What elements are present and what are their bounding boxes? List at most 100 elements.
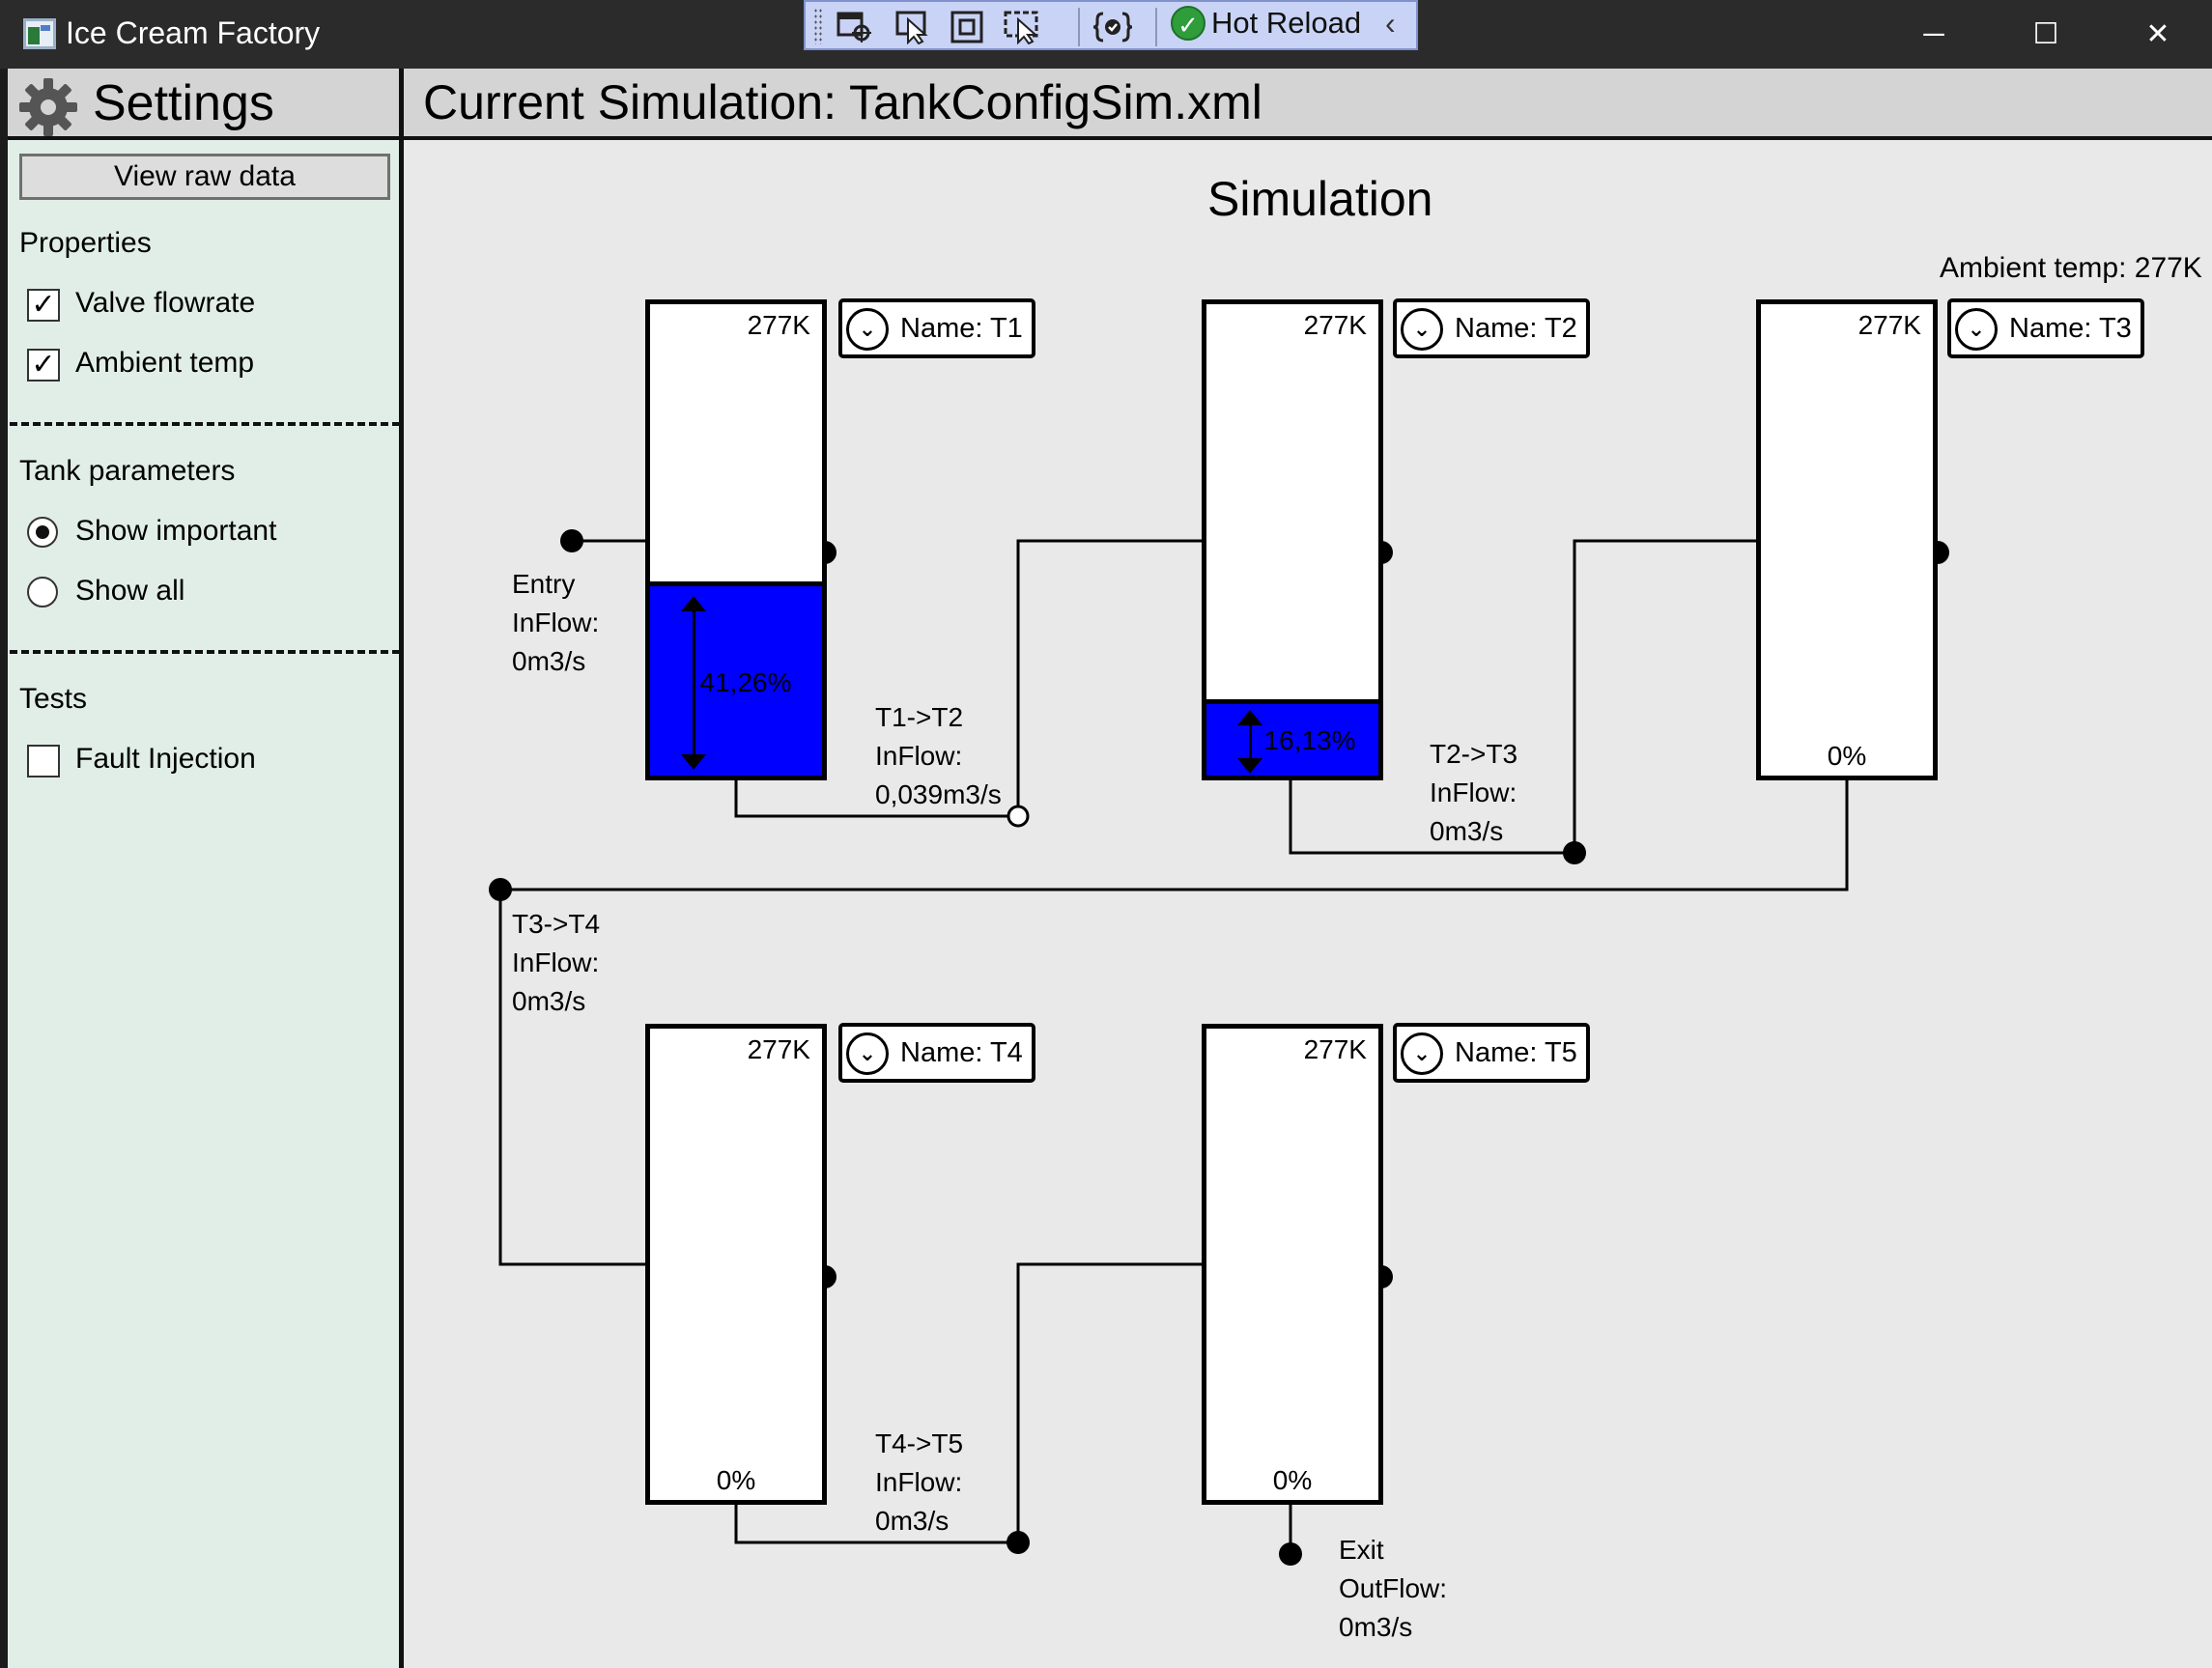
tank-temp: 277K bbox=[1303, 1034, 1367, 1064]
tank-t3[interactable]: 277K 0% bbox=[1756, 299, 1938, 780]
minimize-button[interactable]: ─ bbox=[1905, 8, 1963, 62]
t2-t3-flow-label: T2->T3 InFlow: 0m3/s bbox=[1430, 735, 1517, 851]
tank-temp: 277K bbox=[747, 310, 810, 340]
checkbox-label: Valve flowrate bbox=[75, 287, 256, 319]
flow-caption: InFlow: bbox=[512, 947, 600, 977]
t1-t2-valve-open bbox=[1007, 805, 1030, 828]
collapse-toolbar-icon[interactable]: ‹ bbox=[1385, 6, 1396, 42]
toolbar-separator bbox=[1078, 8, 1080, 46]
tank-level-value: 0% bbox=[1827, 741, 1867, 771]
title-bar: Ice Cream Factory ✓ Hot Reload ‹ ─ ☐ ✕ bbox=[0, 0, 2212, 69]
chevron-down-icon[interactable]: ⌄ bbox=[1955, 308, 1998, 351]
radio-selected-dot bbox=[36, 525, 49, 539]
tank-t4[interactable]: 277K 0% bbox=[645, 1024, 827, 1505]
t4-t5-valve bbox=[1007, 1531, 1030, 1554]
section-divider bbox=[10, 650, 400, 654]
t3-t4-flow-label: T3->T4 InFlow: 0m3/s bbox=[512, 905, 600, 1021]
hot-reload-button[interactable]: ✓ Hot Reload bbox=[1171, 6, 1361, 48]
window-title: Ice Cream Factory bbox=[66, 15, 321, 50]
tank-fill-level: 16,13% bbox=[1206, 699, 1378, 776]
properties-heading: Properties bbox=[19, 227, 152, 259]
flow-name: T3->T4 bbox=[512, 909, 601, 939]
simulation-header: Current Simulation: TankConfigSim.xml bbox=[404, 69, 2212, 140]
radio-button bbox=[27, 577, 58, 608]
tank-t2[interactable]: 16,13% 277K bbox=[1202, 299, 1383, 780]
settings-title: Settings bbox=[93, 75, 274, 131]
view-raw-data-button[interactable]: View raw data bbox=[19, 154, 390, 200]
hot-reload-status-icon: ✓ bbox=[1171, 6, 1205, 41]
hot-reload-label: Hot Reload bbox=[1211, 6, 1362, 40]
radio-label: Show all bbox=[75, 575, 185, 607]
flow-name: T1->T2 bbox=[875, 702, 964, 732]
current-simulation-title: Current Simulation: TankConfigSim.xml bbox=[423, 75, 1262, 129]
flow-caption: InFlow: bbox=[1430, 777, 1517, 807]
app-icon bbox=[23, 18, 56, 49]
toolbar-separator bbox=[1155, 8, 1157, 46]
flow-value: 0m3/s bbox=[512, 646, 586, 676]
tank-name-t3[interactable]: ⌄ Name: T3 bbox=[1947, 298, 2144, 358]
checkbox-box: ✓ bbox=[27, 349, 60, 382]
flow-name: T4->T5 bbox=[875, 1428, 964, 1458]
tank-name-t5[interactable]: ⌄ Name: T5 bbox=[1393, 1023, 1590, 1083]
flow-value: 0m3/s bbox=[1339, 1612, 1413, 1642]
tank-t1[interactable]: 41,26% 277K bbox=[645, 299, 827, 780]
tank-name-t2[interactable]: ⌄ Name: T2 bbox=[1393, 298, 1590, 358]
radio-label: Show important bbox=[75, 515, 277, 547]
entry-flow-label: Entry InFlow: 0m3/s bbox=[512, 565, 599, 681]
tank-t5[interactable]: 277K 0% bbox=[1202, 1024, 1383, 1505]
exit-valve bbox=[1279, 1542, 1302, 1566]
flow-value: 0,039m3/s bbox=[875, 779, 1002, 809]
select-element-icon[interactable] bbox=[835, 10, 873, 44]
tank-level-value: 0% bbox=[716, 1465, 756, 1495]
flow-value: 0m3/s bbox=[512, 986, 586, 1016]
chevron-down-icon[interactable]: ⌄ bbox=[1401, 1032, 1443, 1075]
tank-name-label: Name: T3 bbox=[2009, 313, 2132, 344]
tank-name-t1[interactable]: ⌄ Name: T1 bbox=[838, 298, 1035, 358]
tank-temp: 277K bbox=[1858, 310, 1921, 340]
flow-value: 0m3/s bbox=[1430, 816, 1504, 846]
checkbox-label: Fault Injection bbox=[75, 743, 256, 775]
tank-name-label: Name: T4 bbox=[900, 1037, 1023, 1068]
chevron-down-icon[interactable]: ⌄ bbox=[846, 308, 889, 351]
t4-t5-flow-label: T4->T5 InFlow: 0m3/s bbox=[875, 1425, 963, 1541]
toolbar-grip-icon[interactable] bbox=[813, 8, 823, 44]
select-pointer-icon[interactable] bbox=[894, 10, 933, 45]
xaml-debug-toolbar: ✓ Hot Reload ‹ bbox=[804, 0, 1418, 50]
tests-heading: Tests bbox=[19, 683, 88, 715]
simulation-canvas: Simulation Ambient temp: 277K 41,26% 277… bbox=[404, 140, 2212, 1668]
close-button[interactable]: ✕ bbox=[2129, 8, 2187, 62]
flow-value: 0m3/s bbox=[875, 1506, 950, 1536]
tank-name-label: Name: T1 bbox=[900, 313, 1023, 344]
flow-caption: InFlow: bbox=[875, 741, 963, 771]
radio-button bbox=[27, 517, 58, 548]
tank-level-value: 41,26% bbox=[699, 666, 792, 697]
tank-name-label: Name: T2 bbox=[1455, 313, 1577, 344]
flow-caption: InFlow: bbox=[875, 1467, 963, 1497]
binding-failures-icon[interactable] bbox=[1092, 10, 1133, 44]
tank-fill-level: 41,26% bbox=[650, 580, 822, 776]
section-divider bbox=[10, 422, 400, 426]
checkbox-label: Ambient temp bbox=[75, 347, 255, 379]
maximize-button[interactable]: ☐ bbox=[2017, 8, 2075, 62]
tank-parameters-heading: Tank parameters bbox=[19, 455, 236, 487]
t1-t2-flow-label: T1->T2 InFlow: 0,039m3/s bbox=[875, 698, 1002, 814]
track-focused-element-icon[interactable] bbox=[1003, 10, 1041, 45]
chevron-down-icon[interactable]: ⌄ bbox=[846, 1032, 889, 1075]
flow-name: Entry bbox=[512, 569, 576, 599]
settings-header: Settings bbox=[8, 69, 399, 140]
tank-level-value: 0% bbox=[1272, 1465, 1313, 1495]
t2-t3-valve bbox=[1563, 841, 1586, 864]
chevron-down-icon[interactable]: ⌄ bbox=[1401, 308, 1443, 351]
checkbox-box bbox=[27, 745, 60, 777]
display-layout-adorners-icon[interactable] bbox=[949, 10, 987, 44]
tank-name-label: Name: T5 bbox=[1455, 1037, 1577, 1068]
flow-caption: OutFlow: bbox=[1339, 1573, 1448, 1603]
tank-temp: 277K bbox=[1303, 310, 1367, 340]
t3-t4-valve bbox=[489, 878, 512, 901]
flow-name: Exit bbox=[1339, 1535, 1384, 1565]
settings-panel: Settings View raw data Properties ✓ Valv… bbox=[0, 69, 404, 1668]
checkbox-box: ✓ bbox=[27, 289, 60, 322]
tank-name-t4[interactable]: ⌄ Name: T4 bbox=[838, 1023, 1035, 1083]
gear-icon bbox=[19, 78, 77, 136]
tank-level-value: 16,13% bbox=[1263, 725, 1356, 756]
